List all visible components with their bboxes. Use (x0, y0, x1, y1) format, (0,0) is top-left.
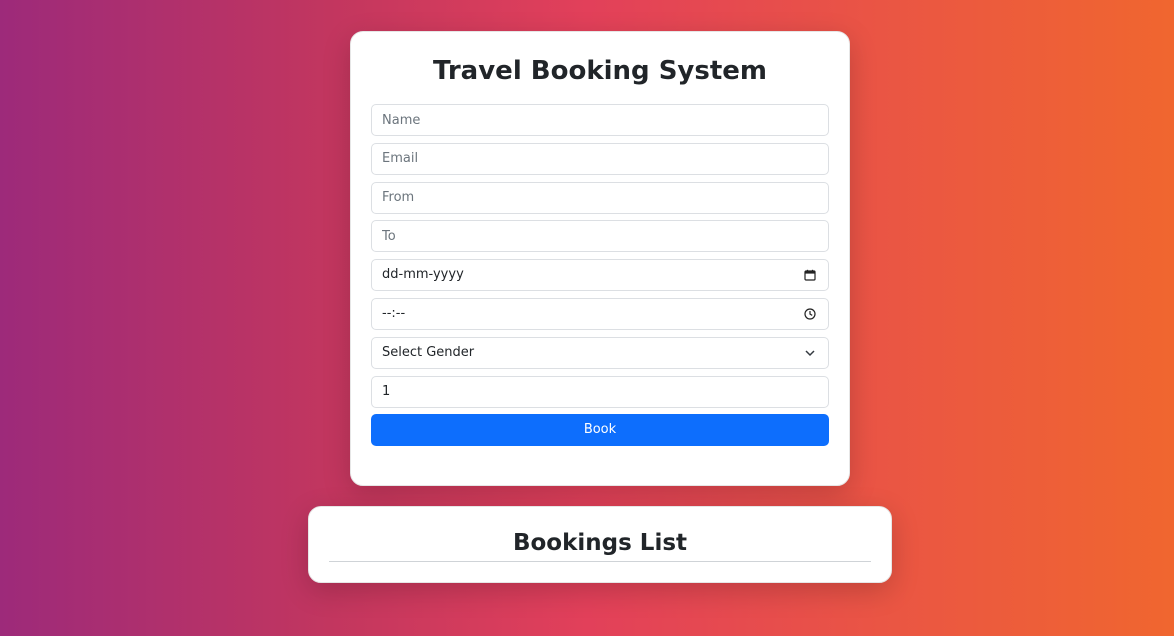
passengers-value: 1 (382, 383, 391, 399)
booking-form: dd-mm-yyyy --:-- Select Gender 1 Book (371, 104, 829, 447)
chevron-down-icon (805, 350, 815, 356)
book-button[interactable]: Book (371, 414, 829, 447)
to-field[interactable] (371, 220, 829, 253)
page-title: Travel Booking System (432, 56, 767, 86)
gender-selected-value: Select Gender (382, 344, 475, 360)
name-field[interactable] (371, 104, 829, 136)
passengers-field[interactable]: 1 (371, 375, 829, 408)
booking-form-card: Travel Booking System dd-mm-yyyy --:-- (350, 31, 850, 486)
clock-icon[interactable] (804, 308, 816, 320)
bookings-list-divider (329, 561, 871, 562)
email-input[interactable] (382, 143, 828, 174)
date-field[interactable]: dd-mm-yyyy (371, 259, 829, 292)
time-value: --:-- (382, 305, 406, 321)
email-field[interactable] (371, 142, 829, 175)
gender-select[interactable]: Select Gender (371, 336, 829, 369)
date-value: dd-mm-yyyy (382, 267, 464, 283)
to-input[interactable] (382, 221, 828, 252)
from-input[interactable] (382, 182, 828, 213)
time-field[interactable]: --:-- (371, 297, 829, 330)
bookings-list-card: Bookings List (308, 506, 892, 583)
name-input[interactable] (382, 105, 828, 135)
from-field[interactable] (371, 181, 829, 214)
calendar-icon[interactable] (804, 269, 816, 281)
bookings-list-title: Bookings List (512, 530, 688, 556)
